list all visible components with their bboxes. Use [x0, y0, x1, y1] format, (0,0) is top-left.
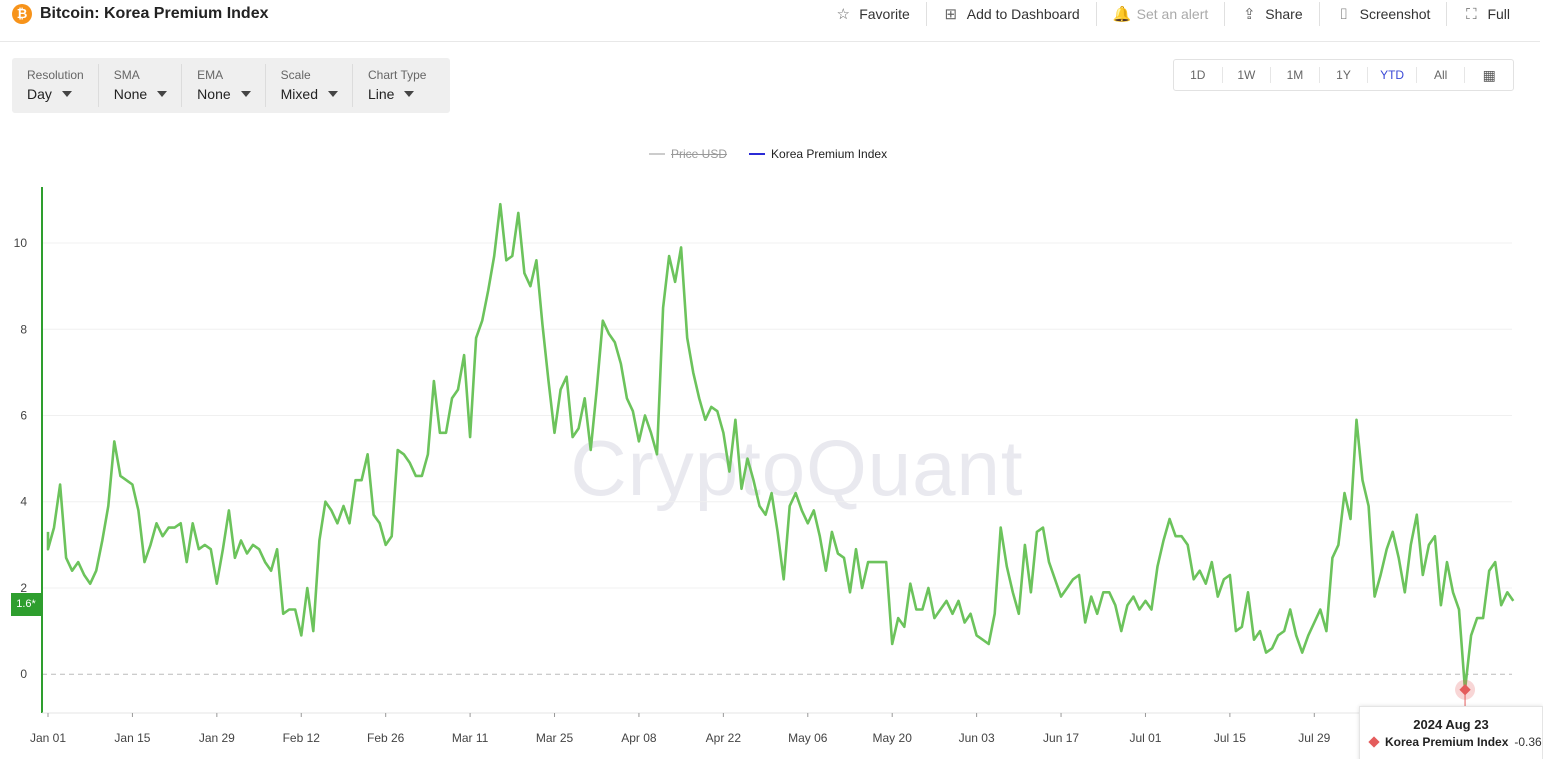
legend-label: Price USD: [671, 147, 728, 161]
tooltip-date: 2024 Aug 23: [1413, 717, 1489, 732]
legend-swatch: [749, 153, 766, 155]
y-tick-label: 0: [20, 667, 27, 681]
tooltip-row: Korea Premium Index -0.36: [1368, 735, 1542, 749]
x-tick-label: May 06: [788, 731, 828, 745]
x-tick-label: Mar 25: [536, 731, 574, 745]
tooltip-series-name: Korea Premium Index: [1385, 735, 1509, 749]
legend-label: Korea Premium Index: [771, 147, 888, 161]
x-tick-label: Jul 29: [1298, 731, 1330, 745]
y-tick-label: 4: [20, 495, 27, 509]
x-tick-label: Jan 15: [114, 731, 150, 745]
legend-swatch: [649, 153, 665, 155]
x-tick-label: Feb 12: [283, 731, 321, 745]
chart-canvas: CryptoQuant0246810Jan 01 Jan 15 Jan 29 Feb …: [14, 187, 1515, 745]
hover-tooltip: 2024 Aug 23 Korea Premium Index -0.36: [1359, 706, 1543, 759]
x-tick-label: Mar 11: [452, 731, 489, 745]
x-tick-label: Jul 01: [1129, 731, 1161, 745]
x-tick-label: Feb 26: [367, 731, 405, 745]
legend-item[interactable]: Korea Premium Index: [749, 147, 887, 161]
x-tick-label: Apr 08: [621, 731, 657, 745]
current-value-tag: 1.6*: [11, 593, 41, 616]
diamond-marker-icon: [1368, 736, 1380, 748]
y-tick-label: 6: [20, 409, 27, 423]
x-tick-label: Apr 22: [706, 731, 742, 745]
x-tick-label: May 20: [873, 731, 913, 745]
x-tick-label: Jul 15: [1214, 731, 1246, 745]
x-tick-label: Jan 29: [199, 731, 235, 745]
x-tick-label: Jan 01: [30, 731, 66, 745]
x-tick-label: Jun 17: [1043, 731, 1079, 745]
y-tick-label: 10: [14, 236, 28, 250]
legend-item[interactable]: Price USD: [649, 147, 727, 161]
chart-legend: Price USD Korea Premium Index: [649, 147, 909, 161]
tooltip-value: -0.36: [1514, 735, 1542, 749]
y-tick-label: 8: [20, 322, 27, 336]
x-tick-label: Jun 03: [959, 731, 995, 745]
